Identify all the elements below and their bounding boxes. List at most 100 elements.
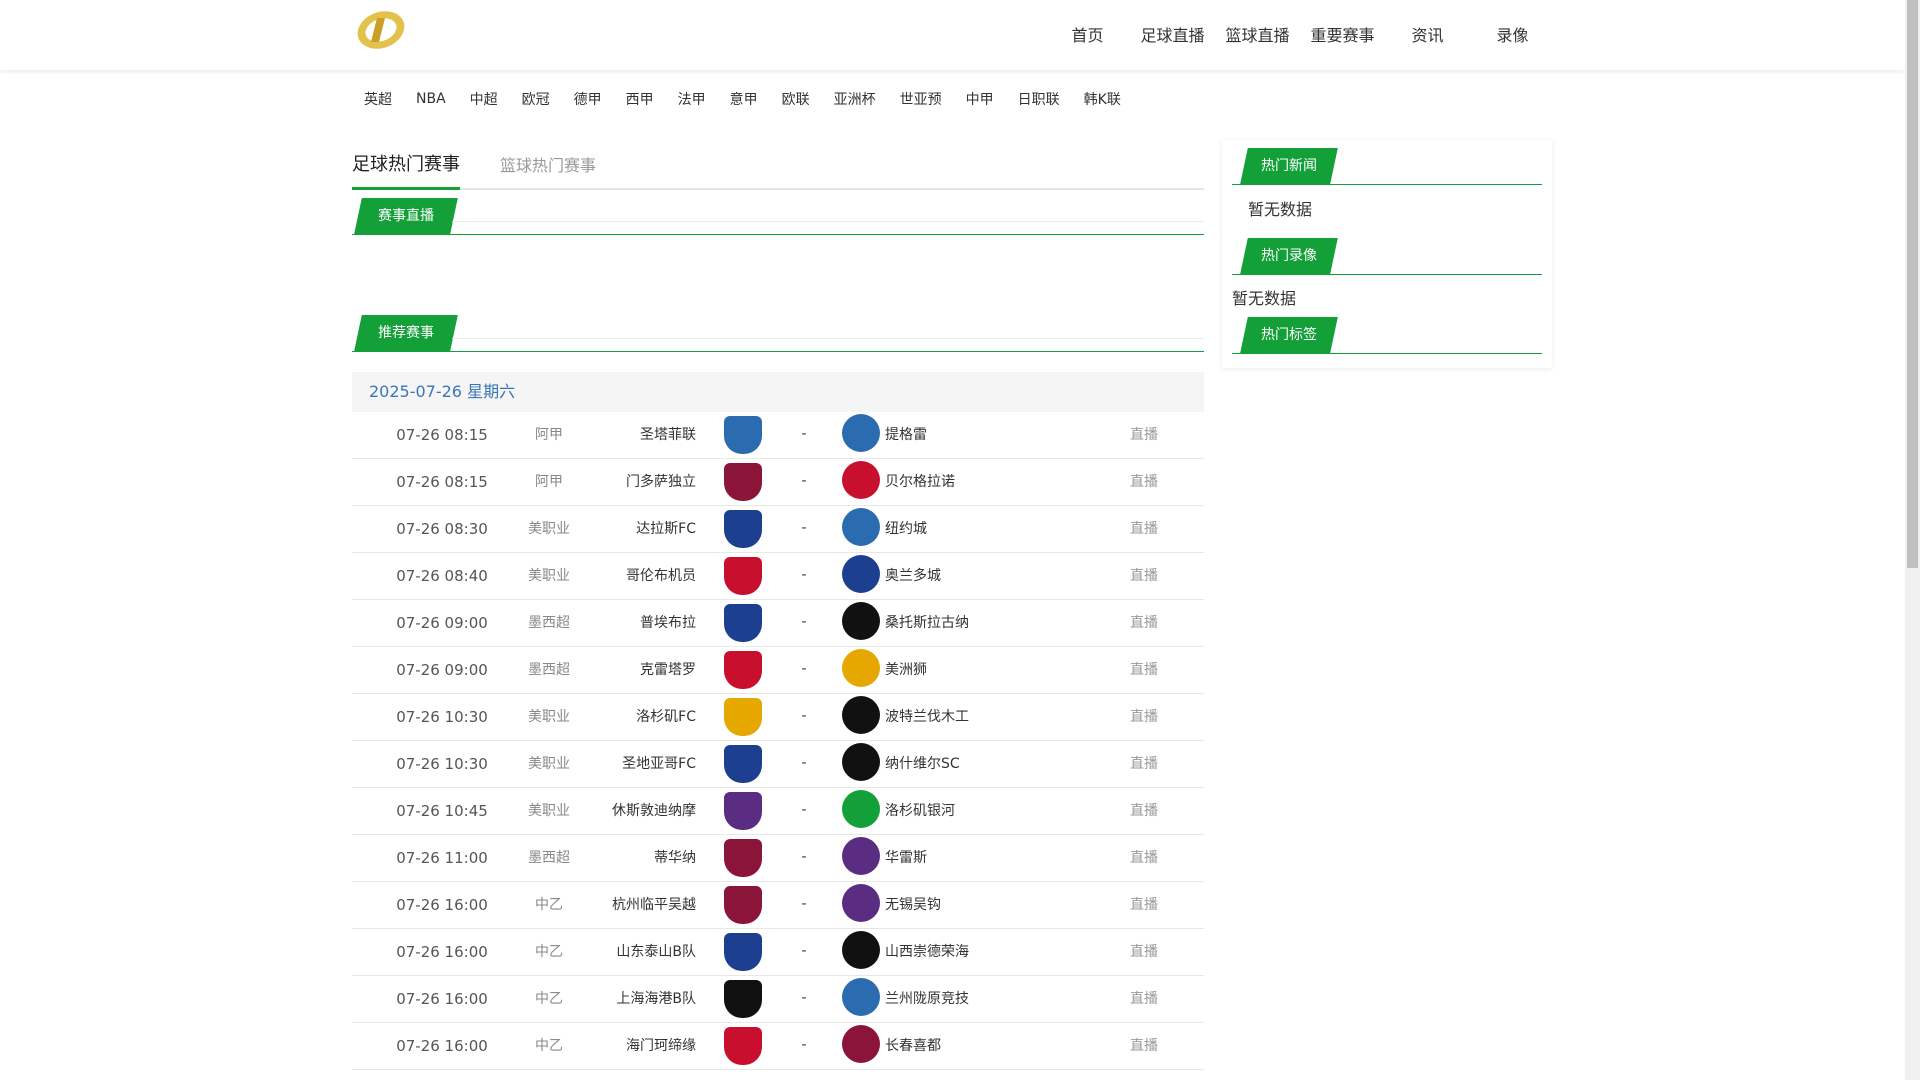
match-row[interactable]: 07-26 08:40 美职业 哥伦布机员 - 奥兰多城 直播 [352,553,1204,600]
league-link[interactable]: 德甲 [562,89,614,109]
league-link[interactable]: 欧联 [770,89,822,109]
league-link[interactable]: 中超 [458,89,510,109]
match-league: 墨西超 [528,850,570,866]
live-link[interactable]: 直播 [1130,553,1158,599]
home-team-crest-icon [724,933,762,971]
match-league: 美职业 [528,709,570,725]
away-team-crest-icon [842,508,880,546]
live-link[interactable]: 直播 [1130,506,1158,552]
league-link[interactable]: 西甲 [614,89,666,109]
home-team-crest-icon [724,886,762,924]
live-link[interactable]: 直播 [1130,882,1158,928]
away-team-name: 无锡吴钩 [885,897,941,913]
match-league: 阿甲 [535,427,563,443]
match-vs: - [801,708,807,724]
match-row[interactable]: 07-26 11:00 墨西超 蒂华纳 - 华雷斯 直播 [352,835,1204,882]
live-link[interactable]: 直播 [1130,694,1158,740]
live-link[interactable]: 直播 [1130,741,1158,787]
match-row[interactable]: 07-26 16:00 中乙 上海海港B队 - 兰州陇原竞技 直播 [352,976,1204,1023]
match-vs: - [801,661,807,677]
away-team-crest-icon [842,555,880,593]
live-link[interactable]: 直播 [1130,412,1158,458]
league-link[interactable]: 欧冠 [510,89,562,109]
match-row[interactable]: 07-26 08:15 阿甲 圣塔菲联 - 提格雷 直播 [352,412,1204,459]
site-header: 首页 足球直播 篮球直播 重要赛事 资讯 录像 [0,0,1905,70]
match-row[interactable]: 07-26 10:45 美职业 休斯敦迪纳摩 - 洛杉矶银河 直播 [352,788,1204,835]
match-league: 美职业 [528,568,570,584]
away-team-name: 山西崇德荣海 [885,944,969,960]
away-team-name: 华雷斯 [885,850,927,866]
live-link[interactable]: 直播 [1130,600,1158,646]
sidebar-news-header: 热门新闻 [1232,148,1542,185]
match-row[interactable]: 07-26 16:00 中乙 山东泰山B队 - 山西崇德荣海 直播 [352,929,1204,976]
home-team-crest-icon [724,651,762,689]
tab-basketball-hot[interactable]: 篮球热门赛事 [500,152,596,176]
match-row[interactable]: 07-26 16:00 中乙 杭州临平吴越 - 无锡吴钩 直播 [352,882,1204,929]
home-team-crest-icon [724,604,762,642]
league-link[interactable]: 法甲 [666,89,718,109]
match-row[interactable]: 07-26 08:30 美职业 达拉斯FC - 纽约城 直播 [352,506,1204,553]
match-league: 墨西超 [528,615,570,631]
home-team-name: 杭州临平吴越 [612,897,696,913]
match-row[interactable]: 07-26 08:15 阿甲 门多萨独立 - 贝尔格拉诺 直播 [352,459,1204,506]
away-team-crest-icon [842,884,880,922]
tab-football-hot[interactable]: 足球热门赛事 [352,150,460,190]
home-team-crest-icon [724,510,762,548]
league-link[interactable]: 意甲 [718,89,770,109]
sidebar-news-empty: 暂无数据 [1248,200,1313,219]
page-scrollbar[interactable] [1905,0,1920,1080]
home-team-name: 圣地亚哥FC [622,756,696,772]
sidebar-video-header: 热门录像 [1232,238,1542,275]
home-team-name: 门多萨独立 [626,474,696,490]
match-vs: - [801,614,807,630]
match-row[interactable]: 07-26 09:00 墨西超 普埃布拉 - 桑托斯拉古纳 直播 [352,600,1204,647]
home-team-name: 山东泰山B队 [616,944,696,960]
live-link[interactable]: 直播 [1130,459,1158,505]
nav-home[interactable]: 首页 [1045,0,1130,70]
match-vs: - [801,802,807,818]
match-vs: - [801,520,807,536]
match-row[interactable]: 07-26 10:30 美职业 圣地亚哥FC - 纳什维尔SC 直播 [352,741,1204,788]
league-link[interactable]: NBA [404,91,458,107]
live-link[interactable]: 直播 [1130,976,1158,1022]
live-link[interactable]: 直播 [1130,647,1158,693]
league-link[interactable]: 亚洲杯 [822,89,888,109]
date-header: 2025-07-26 星期六 [352,372,1204,412]
sidebar-video-empty: 暂无数据 [1232,289,1297,308]
league-bar: 英超 NBA 中超 欧冠 德甲 西甲 法甲 意甲 欧联 亚洲杯 世亚预 中甲 日… [352,84,1133,114]
match-row[interactable]: 07-26 16:00 中乙 海门珂缔缘 - 长春喜都 直播 [352,1023,1204,1070]
match-row[interactable]: 07-26 10:30 美职业 洛杉矶FC - 波特兰伐木工 直播 [352,694,1204,741]
nav-news[interactable]: 资讯 [1385,0,1470,70]
home-team-name: 圣塔菲联 [640,427,696,443]
nav-videos[interactable]: 录像 [1470,0,1555,70]
live-link[interactable]: 直播 [1130,788,1158,834]
league-link[interactable]: 韩K联 [1072,89,1133,109]
site-logo[interactable] [355,8,407,52]
league-link[interactable]: 世亚预 [888,89,954,109]
section-recommend-header: 推荐赛事 [352,315,1204,352]
match-row[interactable]: 07-26 09:00 墨西超 克雷塔罗 - 美洲狮 直播 [352,647,1204,694]
home-team-name: 洛杉矶FC [636,709,696,725]
nav-major-events[interactable]: 重要赛事 [1300,0,1385,70]
match-vs: - [801,567,807,583]
scrollbar-thumb[interactable] [1907,0,1918,568]
home-team-crest-icon [724,416,762,454]
live-link[interactable]: 直播 [1130,1023,1158,1069]
league-link[interactable]: 中甲 [954,89,1006,109]
league-link[interactable]: 日职联 [1006,89,1072,109]
sport-tabs: 足球热门赛事 篮球热门赛事 [352,140,1204,190]
match-league: 中乙 [535,897,563,913]
away-team-crest-icon [842,696,880,734]
match-vs: - [801,473,807,489]
home-team-crest-icon [724,698,762,736]
home-team-name: 克雷塔罗 [640,662,696,678]
nav-basketball-live[interactable]: 篮球直播 [1215,0,1300,70]
league-link[interactable]: 英超 [352,89,404,109]
match-vs: - [801,896,807,912]
match-league: 美职业 [528,803,570,819]
live-link[interactable]: 直播 [1130,835,1158,881]
live-link[interactable]: 直播 [1130,929,1158,975]
section-recommend-title: 推荐赛事 [378,325,434,341]
away-team-crest-icon [842,931,880,969]
nav-football-live[interactable]: 足球直播 [1130,0,1215,70]
